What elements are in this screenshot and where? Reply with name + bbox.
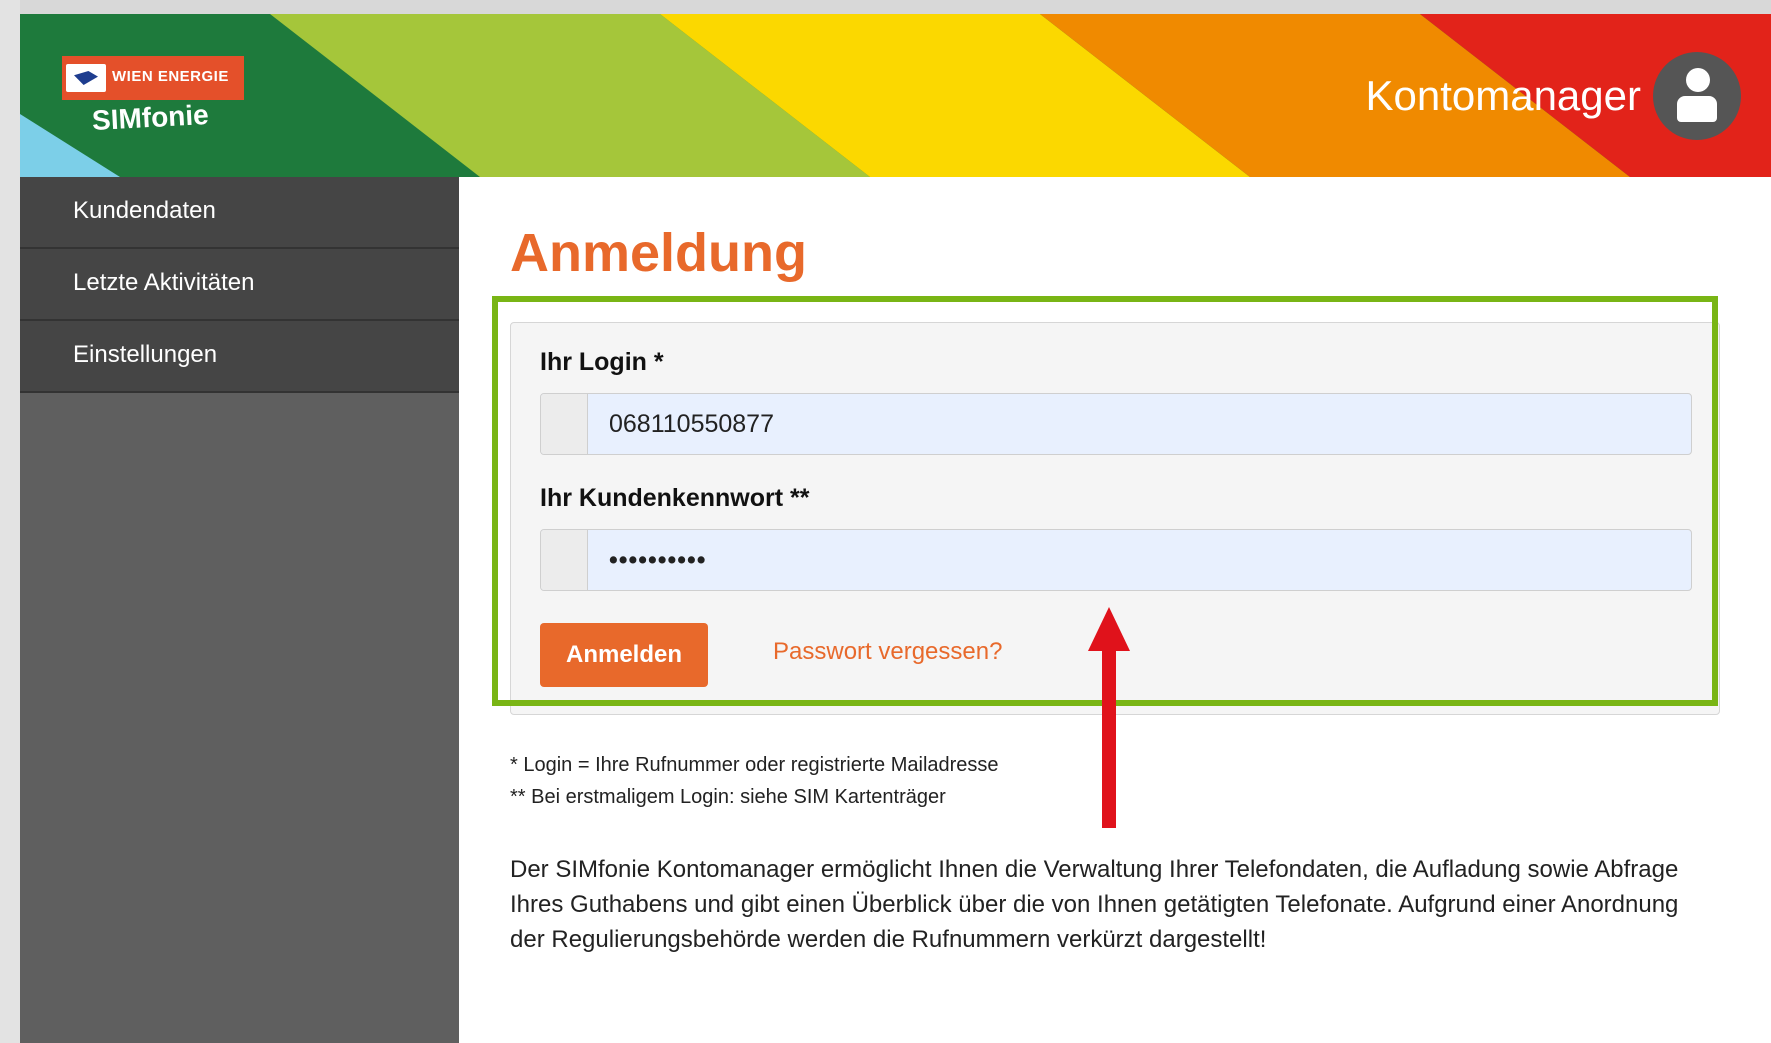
sidebar-item-kundendaten[interactable]: Kundendaten: [20, 177, 459, 249]
red-arrow-head-icon: [1088, 607, 1130, 651]
simfonie-logo-text: SIMfonie: [91, 98, 210, 137]
wien-energie-emblem-icon: [66, 64, 106, 92]
header-title: Kontomanager: [1365, 72, 1641, 119]
footnote-password: ** Bei erstmaligem Login: siehe SIM Kart…: [510, 786, 946, 808]
logo-brand-text: WIEN ENERGIE: [112, 68, 229, 85]
wien-energie-logo: WIEN ENERGIE: [62, 56, 244, 100]
sidebar-item-letzte-aktivitaeten[interactable]: Letzte Aktivitäten: [20, 249, 459, 321]
footnote-login: * Login = Ihre Rufnummer oder registrier…: [510, 754, 999, 776]
description-text: Der SIMfonie Kontomanager ermöglicht Ihn…: [510, 856, 1679, 953]
window-frame-top: [0, 0, 1771, 14]
red-arrow-annotation: [1102, 648, 1116, 828]
window-frame-left: [0, 0, 20, 1043]
sidebar-item-einstellungen[interactable]: Einstellungen: [20, 321, 459, 393]
user-icon[interactable]: [1653, 52, 1741, 140]
page-title: Anmeldung: [510, 223, 807, 283]
header-banner: WIEN ENERGIE SIMfonie Kontomanager: [20, 14, 1771, 177]
sidebar: Kundendaten Letzte Aktivitäten Einstellu…: [20, 177, 459, 1043]
